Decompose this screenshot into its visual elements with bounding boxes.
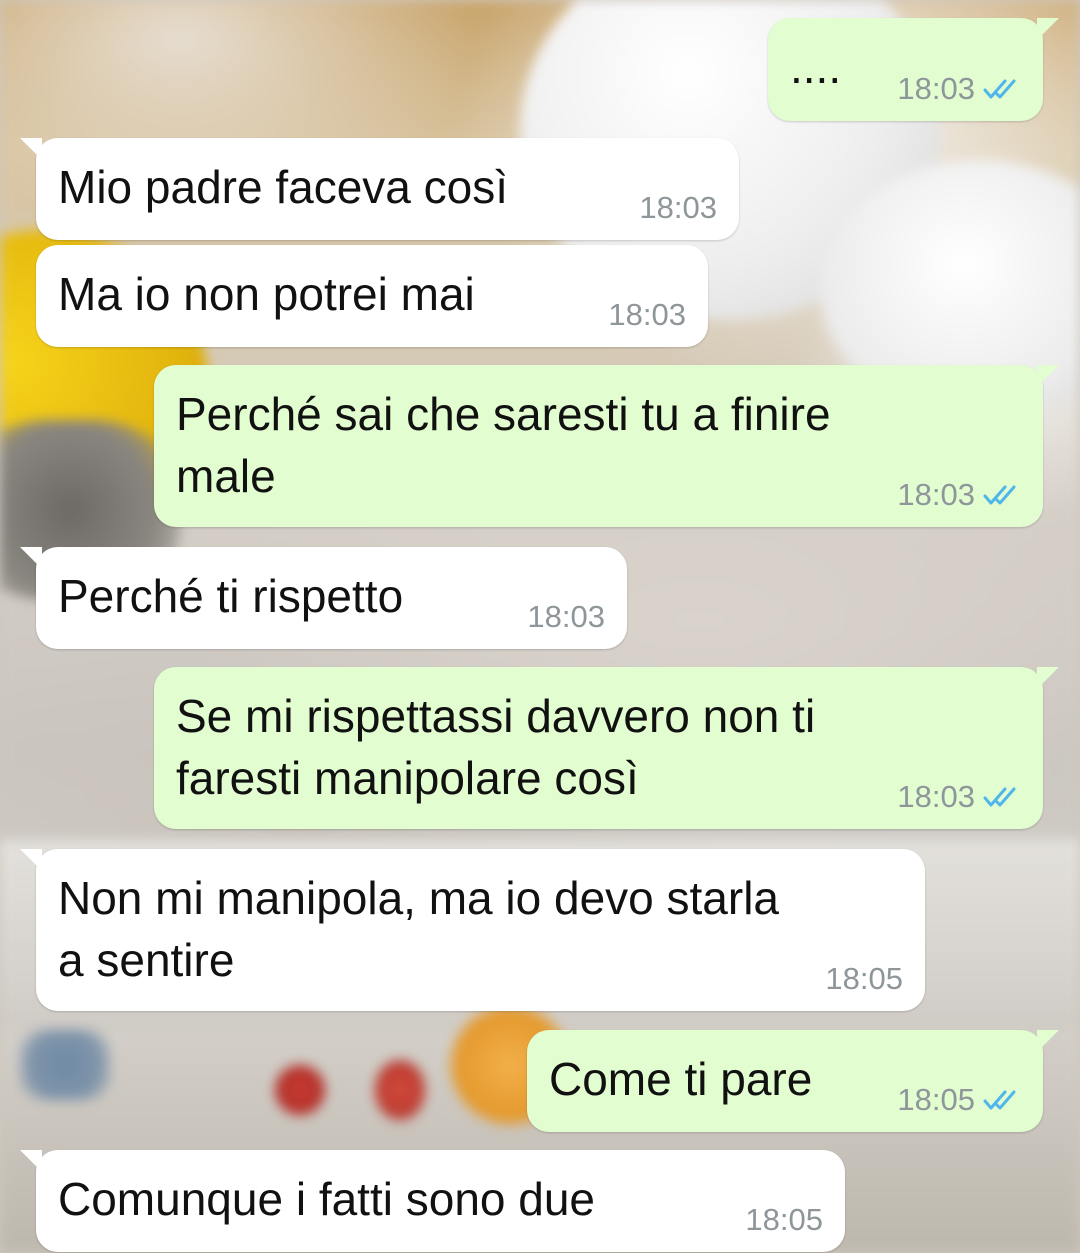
message-text: Mio padre faceva così xyxy=(58,161,509,213)
message-bubble-outgoing[interactable]: .... 18:03 xyxy=(768,18,1059,121)
double-check-read-icon xyxy=(983,79,1016,99)
message-text: Comunque i fatti sono due xyxy=(58,1173,596,1225)
message-time: 18:03 xyxy=(639,190,717,225)
message-meta: 18:03 xyxy=(897,71,1021,107)
double-check-read-icon xyxy=(983,485,1016,505)
message-bubble-incoming[interactable]: Mio padre faceva così 18:03 xyxy=(20,138,739,240)
double-check-read-icon xyxy=(983,787,1016,807)
message-text: Perché ti rispetto xyxy=(58,570,404,622)
message-bubble-outgoing[interactable]: Come ti pare 18:05 xyxy=(527,1030,1059,1132)
message-text: Non mi manipola, ma io devo starla a sen… xyxy=(58,872,779,986)
message-meta: 18:05 xyxy=(745,1202,823,1238)
message-meta: 18:03 xyxy=(639,190,717,226)
message-time: 18:05 xyxy=(897,1082,975,1117)
message-time: 18:05 xyxy=(825,961,903,996)
message-bubble-outgoing[interactable]: Perché sai che saresti tu a finire male … xyxy=(154,365,1059,527)
message-time: 18:03 xyxy=(527,599,605,634)
message-time: 18:03 xyxy=(897,779,975,814)
message-meta: 18:03 xyxy=(897,477,1021,513)
message-bubble-incoming[interactable]: Perché ti rispetto 18:03 xyxy=(20,547,627,649)
message-text: .... xyxy=(790,41,842,93)
message-bubble-incoming[interactable]: Comunque i fatti sono due 18:05 xyxy=(20,1150,845,1252)
double-check-read-icon xyxy=(983,1090,1016,1110)
message-list[interactable]: .... 18:03 Mio padre faceva così 18:03 M… xyxy=(0,0,1080,1253)
message-time: 18:03 xyxy=(897,477,975,512)
message-text: Se mi rispettassi davvero non ti faresti… xyxy=(176,690,816,804)
message-text: Perché sai che saresti tu a finire male xyxy=(176,388,831,502)
message-text: Ma io non potrei mai xyxy=(58,268,475,320)
message-meta: 18:05 xyxy=(897,1082,1021,1118)
message-meta: 18:03 xyxy=(527,599,605,635)
message-time: 18:03 xyxy=(897,71,975,106)
message-meta: 18:03 xyxy=(608,297,686,333)
message-text: Come ti pare xyxy=(549,1053,813,1105)
message-bubble-incoming[interactable]: Non mi manipola, ma io devo starla a sen… xyxy=(20,849,925,1011)
message-time: 18:05 xyxy=(745,1202,823,1237)
message-bubble-outgoing[interactable]: Se mi rispettassi davvero non ti faresti… xyxy=(154,667,1059,829)
message-meta: 18:03 xyxy=(897,779,1021,815)
message-bubble-incoming[interactable]: Ma io non potrei mai 18:03 xyxy=(36,245,708,347)
message-time: 18:03 xyxy=(608,297,686,332)
message-meta: 18:05 xyxy=(825,961,903,997)
